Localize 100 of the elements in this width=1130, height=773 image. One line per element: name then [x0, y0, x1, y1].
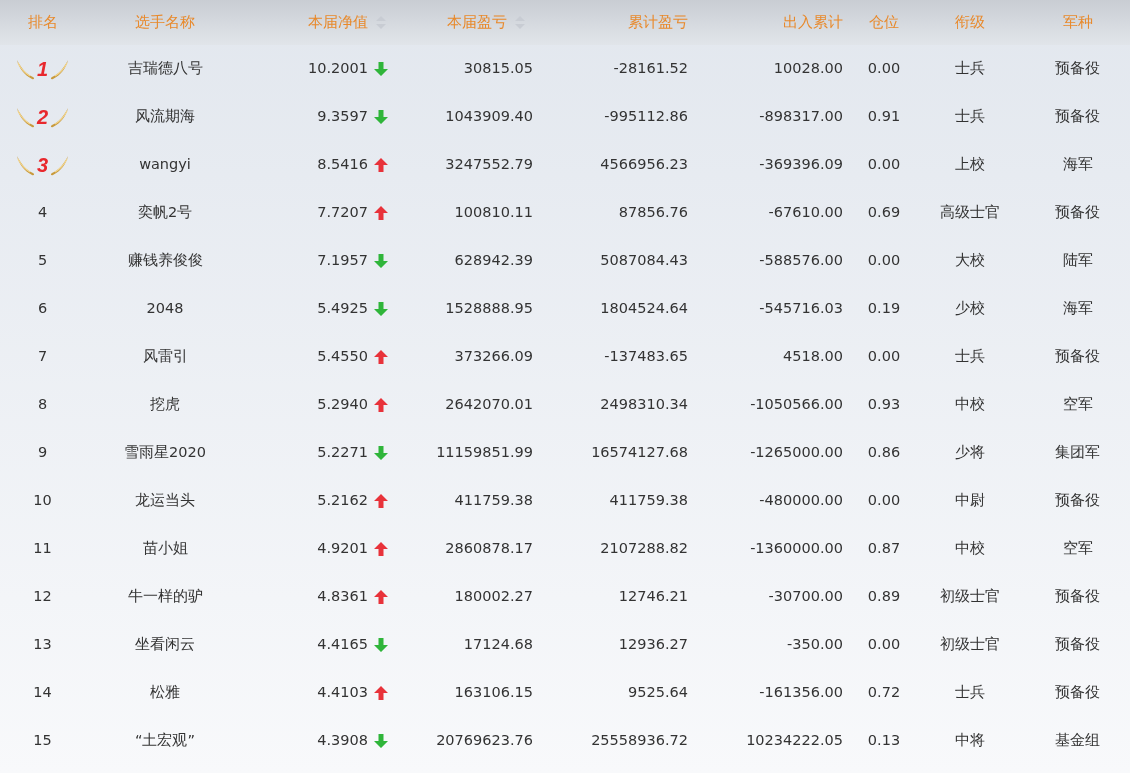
player-name[interactable]: 奕帆2号: [137, 202, 193, 224]
player-name[interactable]: “土宏观”: [135, 730, 195, 752]
total-profit: 411759.38: [609, 491, 688, 511]
rank-title: 士兵: [955, 347, 985, 367]
rank-title: 少校: [955, 299, 985, 319]
position-ratio: 0.72: [867, 683, 901, 703]
player-name[interactable]: 风雷引: [142, 346, 188, 368]
total-profit: 12746.21: [618, 587, 688, 607]
net-inflow: -67610.00: [768, 203, 843, 223]
service-branch: 海军: [1062, 299, 1093, 319]
rank-number: 12: [33, 587, 52, 607]
player-name[interactable]: 苗小姐: [142, 538, 188, 560]
net-value: 5.2162: [317, 491, 368, 511]
service-branch: 基金组: [1055, 731, 1100, 751]
net-value: 4.3908: [317, 731, 368, 751]
column-header: 衔级: [955, 12, 985, 34]
session-profit: 1043909.40: [445, 107, 533, 127]
service-branch: 空军: [1062, 539, 1093, 559]
service-branch: 预备役: [1055, 203, 1100, 223]
rank-number: 5: [37, 251, 48, 271]
total-profit: 16574127.68: [591, 443, 688, 463]
player-name[interactable]: 坐看闲云: [135, 634, 195, 656]
service-branch: 预备役: [1055, 107, 1100, 127]
net-inflow: -350.00: [787, 635, 843, 655]
player-name[interactable]: wangyi: [139, 154, 191, 176]
player-name[interactable]: 龙运当头: [135, 490, 195, 512]
position-ratio: 0.00: [867, 59, 901, 79]
rank-number: 10: [33, 491, 52, 511]
net-inflow: 10234222.05: [746, 731, 843, 751]
service-branch: 预备役: [1055, 683, 1100, 703]
player-name[interactable]: 松雅: [150, 682, 180, 704]
net-inflow: 4518.00: [783, 347, 843, 367]
session-profit: 2860878.17: [445, 539, 533, 559]
service-branch: 预备役: [1055, 587, 1100, 607]
net-inflow: -588576.00: [759, 251, 843, 271]
position-ratio: 0.19: [867, 299, 901, 319]
net-inflow: -1265000.00: [750, 443, 843, 463]
rank-title: 上校: [955, 155, 985, 175]
rank-number: 11: [33, 539, 52, 559]
total-profit: 2498310.34: [600, 395, 688, 415]
player-name[interactable]: 吉瑞德八号: [127, 58, 203, 80]
position-ratio: 0.91: [867, 107, 901, 127]
service-branch: 预备役: [1055, 347, 1100, 367]
rank-number: 1: [36, 57, 49, 82]
total-profit: 4566956.23: [600, 155, 688, 175]
position-ratio: 0.86: [867, 443, 901, 463]
session-profit: 1528888.95: [445, 299, 533, 319]
column-header: 仓位: [869, 12, 899, 34]
session-profit: 100810.11: [454, 203, 533, 223]
player-name[interactable]: 风流期海: [135, 106, 195, 128]
session-profit: 30815.05: [463, 59, 533, 79]
session-profit: 11159851.99: [436, 443, 533, 463]
session-profit: 628942.39: [454, 251, 533, 271]
position-ratio: 0.89: [867, 587, 901, 607]
position-ratio: 0.00: [867, 347, 901, 367]
net-inflow: -161356.00: [759, 683, 843, 703]
position-ratio: 0.87: [867, 539, 901, 559]
rank-number: 8: [37, 395, 48, 415]
position-ratio: 0.13: [867, 731, 901, 751]
net-value: 4.9201: [317, 539, 368, 559]
net-value: 4.4165: [317, 635, 368, 655]
session-profit: 411759.38: [454, 491, 533, 511]
service-branch: 陆军: [1062, 251, 1093, 271]
rank-number: 15: [33, 731, 52, 751]
player-name[interactable]: 雪雨星2020: [124, 442, 206, 464]
net-value: 5.2271: [317, 443, 368, 463]
position-ratio: 0.00: [867, 491, 901, 511]
rank-title: 中校: [955, 395, 985, 415]
column-header: 累计盈亏: [628, 12, 688, 34]
session-profit: 2642070.01: [445, 395, 533, 415]
net-value: 4.4103: [317, 683, 368, 703]
rank-number: 7: [37, 347, 48, 367]
column-header: 选手名称: [135, 12, 195, 34]
session-profit: 373266.09: [454, 347, 533, 367]
player-name[interactable]: 2048: [146, 298, 184, 320]
service-branch: 海军: [1062, 155, 1093, 175]
session-profit: 20769623.76: [436, 731, 533, 751]
position-ratio: 0.00: [867, 635, 901, 655]
net-value: 9.3597: [317, 107, 368, 127]
player-name[interactable]: 赚钱养俊俊: [127, 250, 203, 272]
rank-title: 初级士官: [940, 587, 1000, 607]
net-inflow: 10028.00: [773, 59, 843, 79]
player-name[interactable]: 牛一样的驴: [127, 586, 203, 608]
position-ratio: 0.93: [867, 395, 901, 415]
column-header: 出入累计: [783, 12, 843, 34]
net-inflow: -1360000.00: [750, 539, 843, 559]
net-value: 5.2940: [317, 395, 368, 415]
rank-title: 高级士官: [940, 203, 1000, 223]
position-ratio: 0.00: [867, 155, 901, 175]
total-profit: 25558936.72: [591, 731, 688, 751]
net-inflow: -369396.09: [759, 155, 843, 175]
rank-title: 士兵: [955, 683, 985, 703]
net-value: 8.5416: [317, 155, 368, 175]
total-profit: 87856.76: [618, 203, 688, 223]
total-profit: 2107288.82: [600, 539, 688, 559]
net-value: 5.4550: [317, 347, 368, 367]
service-branch: 空军: [1062, 395, 1093, 415]
net-value: 5.4925: [317, 299, 368, 319]
total-profit: 1804524.64: [600, 299, 688, 319]
player-name[interactable]: 挖虎: [150, 394, 180, 416]
